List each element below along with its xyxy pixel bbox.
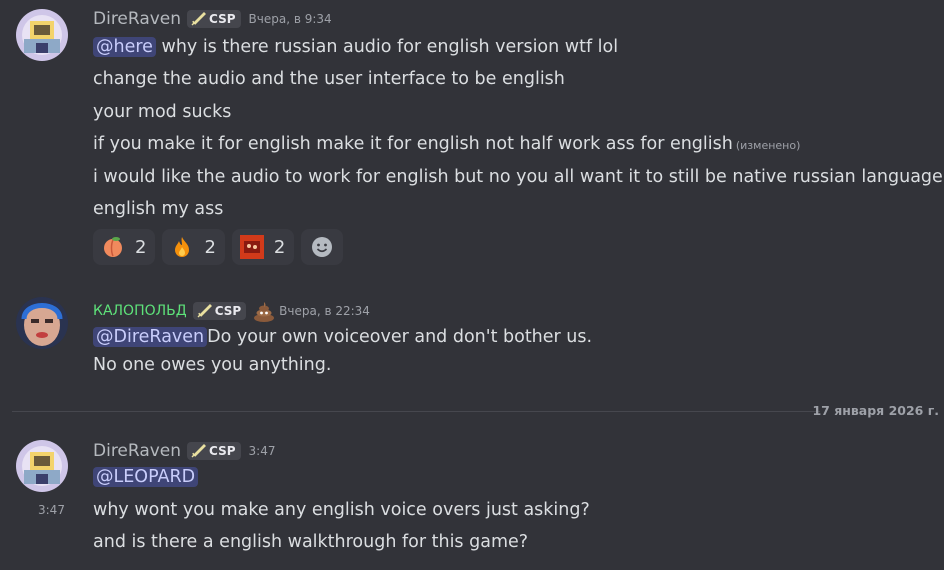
reaction-count: 2 xyxy=(273,236,286,258)
add-reaction-button[interactable] xyxy=(301,229,344,265)
timestamp[interactable]: Вчера, в 22:34 xyxy=(279,304,370,318)
message-line: and is there a english walkthrough for t… xyxy=(93,532,529,552)
reaction-peach[interactable]: 2 xyxy=(93,229,156,265)
message-line: if you make it for english make it for e… xyxy=(93,133,800,157)
smiley-add-icon xyxy=(312,237,333,257)
clan-tag[interactable]: CSP xyxy=(187,442,241,460)
message-line: change the audio and the user interface … xyxy=(93,69,565,89)
clan-tag-label: CSP xyxy=(209,12,236,26)
message-line: i would like the audio to work for engli… xyxy=(93,167,943,187)
username[interactable]: DireRaven xyxy=(93,9,181,29)
hover-timestamp[interactable]: 3:47 xyxy=(38,503,65,517)
fire-icon xyxy=(175,237,190,257)
message-line: @LEOPARD xyxy=(93,466,199,488)
reaction-custom[interactable]: 2 xyxy=(231,229,295,265)
message-text: if you make it for english make it for e… xyxy=(93,134,733,154)
timestamp[interactable]: Вчера, в 9:34 xyxy=(249,12,332,26)
clan-tag[interactable]: CSP xyxy=(192,302,247,320)
avatar-direraven-icon xyxy=(16,9,68,61)
sword-icon xyxy=(191,12,207,26)
message-line: english my ass xyxy=(93,199,224,219)
message-line: your mod sucks xyxy=(93,102,232,122)
date-divider-label: 17 января 2026 г. xyxy=(812,403,939,418)
reaction-fire[interactable]: 2 xyxy=(162,229,225,265)
clan-tag-label: CSP xyxy=(209,444,236,458)
reactions-bar: 2 2 2 xyxy=(93,229,344,265)
avatar-direraven-icon xyxy=(16,440,68,492)
message-text: why is there russian audio for english v… xyxy=(155,37,619,57)
clan-tag-label: CSP xyxy=(214,304,242,318)
message-text: Do your own voiceover and don't bother u… xyxy=(207,327,593,347)
username[interactable]: DireRaven xyxy=(93,441,181,461)
message-header: DireRaven CSP Вчера, в 9:34 xyxy=(93,8,332,30)
mention-user[interactable]: @LEOPARD xyxy=(93,467,199,487)
avatar-direraven[interactable] xyxy=(16,9,68,61)
message-header: DireRaven CSP 3:47 xyxy=(93,440,275,462)
username[interactable]: КАЛОПОЛЬД xyxy=(93,303,187,319)
message-line: @DireRaven Do your own voiceover and don'… xyxy=(93,326,592,348)
clan-tag[interactable]: CSP xyxy=(187,10,241,28)
avatar-kalopold[interactable] xyxy=(16,297,68,349)
avatar-direraven[interactable] xyxy=(16,440,68,492)
poop-icon xyxy=(254,302,275,322)
mention-user[interactable]: @DireRaven xyxy=(93,327,208,347)
message-line: No one owes you anything. xyxy=(93,355,332,375)
avatar-kalopold-icon xyxy=(16,297,68,349)
sword-icon xyxy=(191,444,207,458)
custom-sticker-icon xyxy=(239,235,264,259)
date-divider-line xyxy=(12,411,820,412)
edited-label: (изменено) xyxy=(735,139,801,152)
reaction-count: 2 xyxy=(135,236,147,258)
message-header: КАЛОПОЛЬД CSP Вчера, в 22:34 xyxy=(93,300,370,322)
message-line: why wont you make any english voice over… xyxy=(93,500,590,520)
peach-icon xyxy=(104,237,122,257)
timestamp[interactable]: 3:47 xyxy=(249,444,276,458)
sword-icon xyxy=(197,304,212,318)
reaction-count: 2 xyxy=(204,236,216,258)
message-line: @here why is there russian audio for eng… xyxy=(93,36,618,58)
mention-here[interactable]: @here xyxy=(93,37,156,57)
